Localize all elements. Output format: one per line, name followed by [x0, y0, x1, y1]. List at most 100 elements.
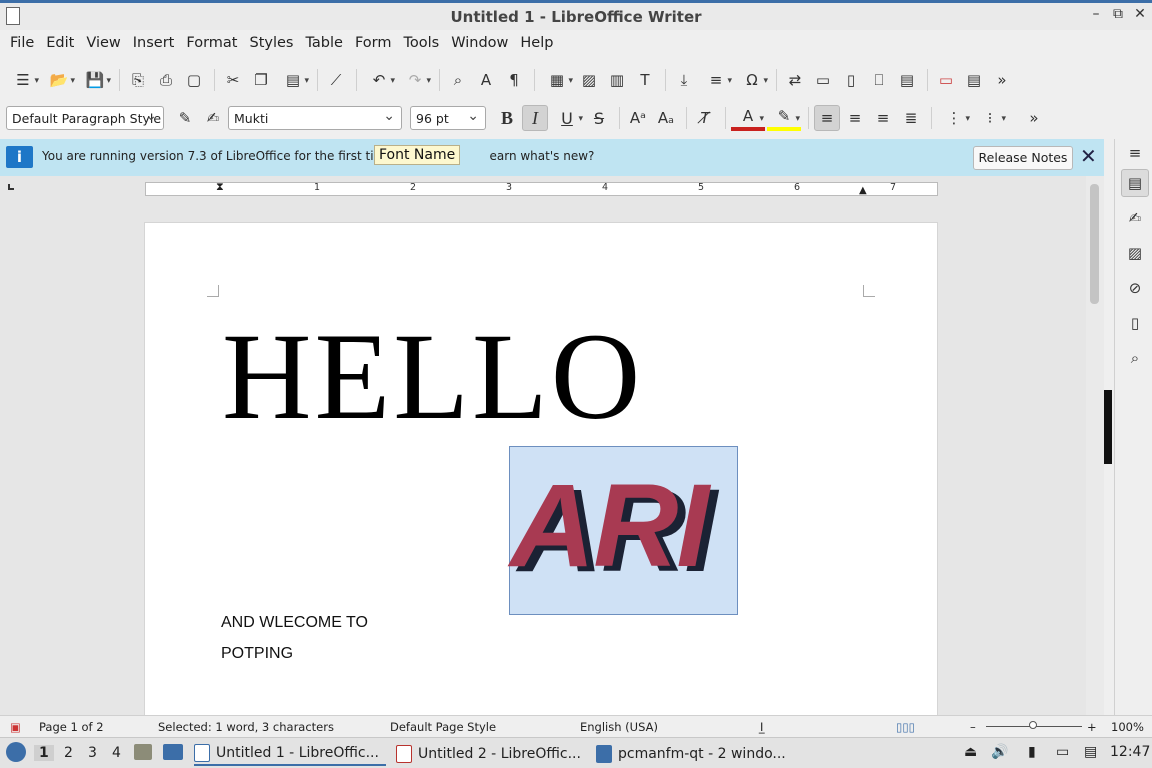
print-preview-icon[interactable]: ▢ — [181, 67, 207, 93]
toolbar-overflow-icon[interactable]: » — [1021, 105, 1047, 131]
underline-button[interactable]: U — [550, 105, 584, 131]
volume-icon[interactable]: 🔊 — [991, 744, 1008, 760]
menu-tools[interactable]: Tools — [398, 35, 446, 51]
insert-mode-icon[interactable]: I̲ — [760, 720, 763, 734]
task-pcmanfm[interactable]: pcmanfm-qt - 2 windo... — [596, 741, 796, 766]
right-indent-marker[interactable]: ▲ — [859, 185, 867, 196]
zoom-level[interactable]: 100% — [1111, 720, 1144, 734]
close-button[interactable]: ✕ — [1130, 6, 1150, 22]
restore-button[interactable]: ⧉ — [1108, 6, 1128, 22]
align-right-icon[interactable]: ≡ — [870, 105, 896, 131]
font-size-combo[interactable]: 96 pt — [410, 106, 486, 130]
single-page-view-icon[interactable]: ▯▯▯ — [896, 720, 915, 734]
navigator-icon[interactable]: ⊘ — [1121, 274, 1149, 302]
numbered-list-icon[interactable]: ⁝ — [973, 105, 1007, 131]
menu-file[interactable]: File — [4, 35, 40, 51]
clone-formatting-icon[interactable]: ⟋ — [323, 67, 349, 93]
subscript-icon[interactable]: Aₐ — [653, 105, 679, 131]
align-left-icon[interactable]: ≡ — [814, 105, 840, 131]
bookmark-icon[interactable]: ⎕ — [866, 67, 892, 93]
menu-insert[interactable]: Insert — [127, 35, 181, 51]
cut-icon[interactable]: ✂ — [220, 67, 246, 93]
new-document-icon[interactable]: ☰ — [6, 67, 40, 93]
print-icon[interactable]: ⎙ — [153, 67, 179, 93]
menu-styles[interactable]: Styles — [243, 35, 299, 51]
scrollbar-thumb[interactable] — [1090, 184, 1099, 304]
menu-table[interactable]: Table — [299, 35, 349, 51]
fontwork-text[interactable]: ARI — [510, 467, 709, 585]
insert-textbox-icon[interactable]: T — [632, 67, 658, 93]
formatting-marks-icon[interactable]: ¶ — [501, 67, 527, 93]
start-menu-icon[interactable] — [6, 742, 26, 762]
menu-help[interactable]: Help — [514, 35, 559, 51]
desktop-icon[interactable] — [163, 744, 183, 760]
align-center-icon[interactable]: ≡ — [842, 105, 868, 131]
page-icon[interactable]: ▯ — [1121, 309, 1149, 337]
left-indent-marker[interactable]: ⧗ — [216, 180, 224, 194]
insert-table-icon[interactable]: ▦ — [540, 67, 574, 93]
toolbar-overflow-icon[interactable]: » — [989, 67, 1015, 93]
workspace-3[interactable]: 3 — [88, 745, 97, 761]
redo-icon[interactable]: ↷ — [398, 67, 432, 93]
font-color-icon[interactable]: A — [731, 105, 765, 131]
task-untitled-2[interactable]: Untitled 2 - LibreOffic... — [396, 741, 588, 766]
spelling-icon[interactable]: A — [473, 67, 499, 93]
zoom-in-button[interactable]: + — [1087, 720, 1097, 734]
network-icon[interactable]: ▭ — [1056, 744, 1069, 760]
highlight-color-icon[interactable]: ✎ — [767, 105, 801, 131]
close-infobar-icon[interactable]: ✕ — [1080, 144, 1097, 168]
strikethrough-button[interactable]: S — [586, 105, 612, 131]
zoom-slider-thumb[interactable] — [1029, 721, 1037, 729]
heading-text[interactable]: HELLO — [222, 315, 643, 439]
file-manager-icon[interactable] — [134, 744, 152, 760]
properties-icon[interactable]: ▤ — [1121, 169, 1149, 197]
zoom-out-button[interactable]: – — [970, 720, 976, 734]
menu-window[interactable]: Window — [445, 35, 514, 51]
minimize-button[interactable]: – — [1086, 6, 1106, 22]
special-character-icon[interactable]: Ω — [735, 67, 769, 93]
cross-reference-icon[interactable]: ▤ — [894, 67, 920, 93]
selection-count[interactable]: Selected: 1 word, 3 characters — [158, 720, 334, 734]
horizontal-ruler[interactable]: 1 2 3 4 5 6 7 ⧗ ▲ — [145, 180, 938, 196]
workspace-2[interactable]: 2 — [64, 745, 73, 761]
workspace-4[interactable]: 4 — [112, 745, 121, 761]
bold-button[interactable]: B — [494, 105, 520, 131]
page-style[interactable]: Default Page Style — [390, 720, 496, 734]
undo-icon[interactable]: ↶ — [362, 67, 396, 93]
language[interactable]: English (USA) — [580, 720, 658, 734]
insert-field-icon[interactable]: ≡ — [699, 67, 733, 93]
task-untitled-1[interactable]: Untitled 1 - LibreOffic... — [194, 741, 386, 766]
vertical-scrollbar[interactable] — [1086, 176, 1104, 715]
notes-icon[interactable]: ▤ — [1084, 744, 1097, 760]
italic-button[interactable]: I — [522, 105, 548, 131]
styles-icon[interactable]: ✍ — [1121, 204, 1149, 232]
copy-icon[interactable]: ❐ — [248, 67, 274, 93]
workspace-1[interactable]: 1 — [34, 745, 54, 761]
clear-formatting-icon[interactable]: T̸ — [692, 105, 718, 131]
bullet-list-icon[interactable]: ⋮ — [937, 105, 971, 131]
fontwork-selection-frame[interactable]: ARI — [509, 446, 738, 615]
footnote-icon[interactable]: ▭ — [810, 67, 836, 93]
body-line-2[interactable]: POTPING — [221, 645, 293, 663]
hyperlink-icon[interactable]: ⇄ — [782, 67, 808, 93]
sidebar-menu-icon[interactable]: ≡ — [1121, 139, 1149, 167]
export-pdf-icon[interactable]: ⎘ — [125, 67, 151, 93]
font-name-combo[interactable]: Mukti — [228, 106, 402, 130]
comment-icon[interactable]: ▭ — [933, 67, 959, 93]
paragraph-style-combo[interactable]: Default Paragraph Style — [6, 106, 164, 130]
superscript-icon[interactable]: Aᵃ — [625, 105, 651, 131]
new-style-icon[interactable]: ✍ — [200, 105, 226, 131]
gallery-icon[interactable]: ▨ — [1121, 239, 1149, 267]
endnote-icon[interactable]: ▯ — [838, 67, 864, 93]
insert-image-icon[interactable]: ▨ — [576, 67, 602, 93]
page-count[interactable]: Page 1 of 2 — [39, 720, 104, 734]
tab-stop-icon[interactable] — [8, 184, 14, 190]
justify-icon[interactable]: ≣ — [898, 105, 924, 131]
save-status-icon[interactable]: ▣ — [10, 720, 21, 734]
menu-edit[interactable]: Edit — [40, 35, 80, 51]
menu-view[interactable]: View — [80, 35, 126, 51]
body-line-1[interactable]: AND WLECOME TO — [221, 614, 368, 632]
page-break-icon[interactable]: ⤓ — [671, 67, 697, 93]
tray-upload-icon[interactable]: ⏏ — [964, 744, 977, 760]
menu-form[interactable]: Form — [349, 35, 398, 51]
